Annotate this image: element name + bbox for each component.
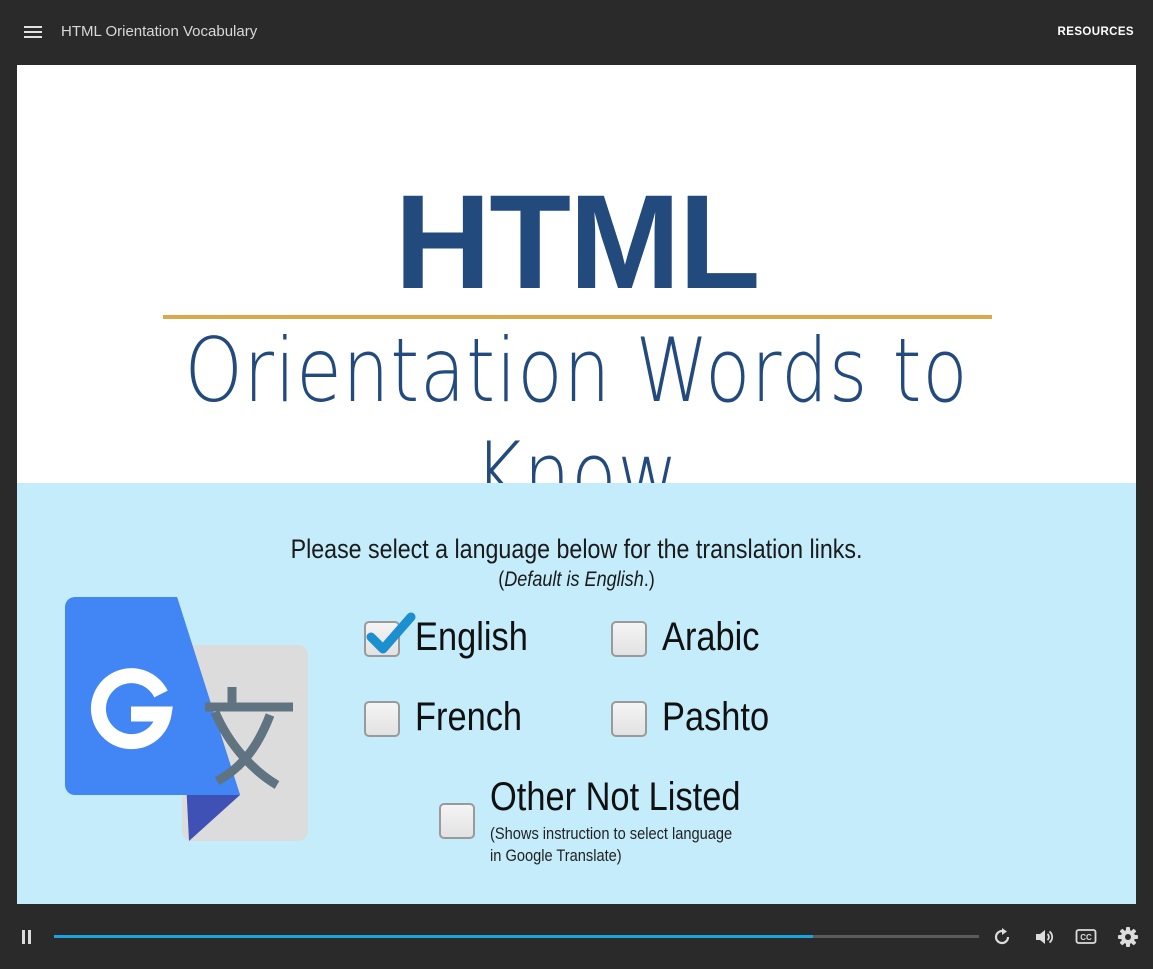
language-prompt-note: (Default is English.) [498,568,655,591]
hamburger-menu-icon[interactable] [24,26,42,40]
closed-captions-icon[interactable]: CC [1075,926,1097,948]
language-prompt: Please select a language below for the t… [290,534,863,564]
other-label: Other Not Listed [490,775,741,819]
settings-icon[interactable] [1117,926,1139,948]
slide-heading: HTML [394,168,760,317]
french-label: French [415,695,523,739]
checkmark-icon [366,612,416,654]
pause-icon[interactable] [22,930,33,944]
other-checkbox[interactable] [439,803,475,839]
top-bar: HTML Orientation Vocabulary RESOURCES [0,0,1153,65]
course-title: HTML Orientation Vocabulary [61,23,258,40]
arabic-checkbox[interactable] [611,621,647,657]
english-label: English [415,615,528,659]
other-note-line-2: in Google Translate) [490,846,622,865]
pashto-checkbox[interactable] [611,701,647,737]
slide-title-area: HTML Orientation Words to Know [17,65,1136,526]
player-controls: CC [0,904,1153,969]
volume-icon[interactable] [1033,926,1055,948]
french-checkbox[interactable] [364,701,400,737]
svg-text:CC: CC [1080,933,1092,942]
progress-bar[interactable] [54,935,979,938]
slide: HTML Orientation Words to Know Please se… [17,65,1136,904]
language-selection-panel: Please select a language below for the t… [17,483,1136,904]
resources-button[interactable]: RESOURCES [1058,26,1134,38]
google-translate-icon [65,597,308,841]
replay-icon[interactable] [991,926,1013,948]
pashto-label: Pashto [662,695,770,739]
arabic-label: Arabic [662,615,760,659]
progress-fill [54,935,813,938]
other-note-line-1: (Shows instruction to select language [490,824,733,843]
